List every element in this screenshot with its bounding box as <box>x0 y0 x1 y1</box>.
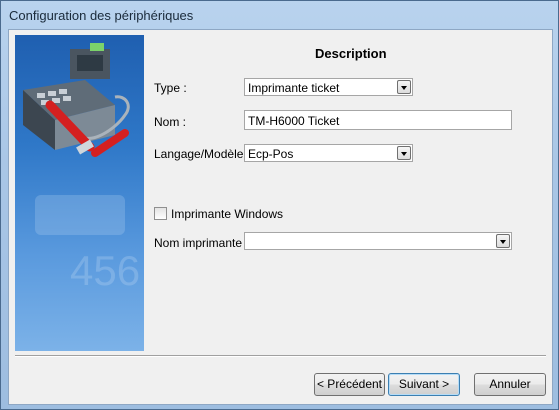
type-label: Type : <box>154 81 187 95</box>
language-model-value: Ecp-Pos <box>248 147 294 161</box>
type-select-value: Imprimante ticket <box>248 81 340 95</box>
svg-text:456: 456 <box>70 247 140 294</box>
cancel-button[interactable]: Annuler <box>474 373 546 396</box>
windows-printer-checkbox[interactable] <box>154 207 167 220</box>
window-title: Configuration des périphériques <box>9 8 194 23</box>
chevron-down-icon[interactable] <box>397 146 411 160</box>
windows-printer-label: Imprimante Windows <box>171 207 284 221</box>
type-select[interactable]: Imprimante ticket <box>244 78 413 96</box>
previous-button[interactable]: < Précédent <box>314 373 385 396</box>
dialog-body: 456 Description Type: Imprimante ticket… <box>8 29 553 405</box>
description-heading: Description <box>315 46 387 61</box>
printer-name-label: Nom imprimante : <box>154 236 249 250</box>
dialog-window: Configuration des périphériques 456 Desc… <box>0 0 559 410</box>
language-model-label: Langage/Modèle : <box>154 147 251 161</box>
name-input[interactable]: TM-H6000 Ticket <box>244 110 512 130</box>
cash-register-icon: 456 <box>23 43 140 294</box>
printer-name-select[interactable] <box>244 232 512 250</box>
name-input-value: TM-H6000 Ticket <box>248 114 340 128</box>
title-bar[interactable]: Configuration des périphériques <box>1 1 558 29</box>
next-button[interactable]: Suivant > <box>388 373 460 396</box>
wizard-banner: 456 <box>15 35 144 351</box>
chevron-down-icon[interactable] <box>496 234 510 248</box>
language-model-select[interactable]: Ecp-Pos <box>244 144 413 162</box>
footer-divider <box>15 355 546 357</box>
name-label: Nom : <box>154 115 187 129</box>
chevron-down-icon[interactable] <box>397 80 411 94</box>
